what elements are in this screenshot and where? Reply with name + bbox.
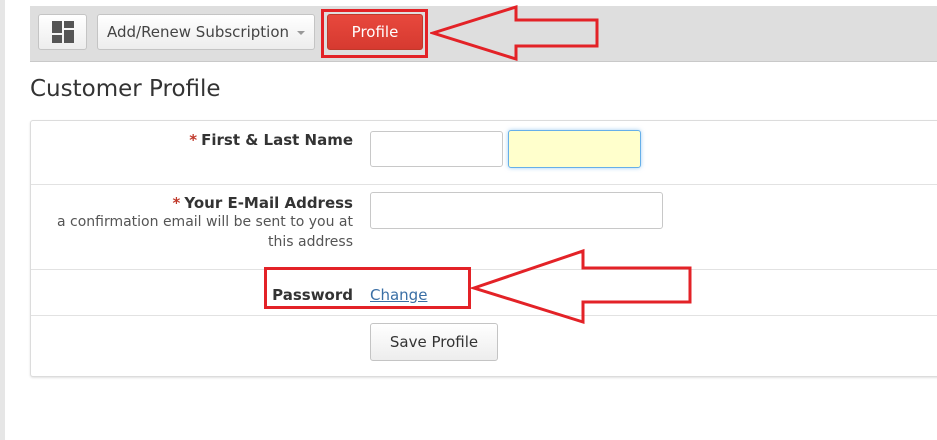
- page-title: Customer Profile: [30, 76, 221, 102]
- subscription-label: Add/Renew Subscription: [106, 23, 290, 41]
- add-renew-subscription-button[interactable]: Add/Renew Subscription: [97, 14, 315, 50]
- required-mark: *: [172, 194, 181, 212]
- profile-button[interactable]: Profile: [327, 14, 423, 50]
- last-name-field[interactable]: [508, 130, 641, 168]
- email-row: * Your E-Mail Address a confirmation emai…: [31, 185, 937, 270]
- name-label: * First & Last Name: [189, 131, 353, 149]
- email-help-text: a confirmation email will be sent to you…: [56, 214, 353, 250]
- name-label-text: First & Last Name: [201, 131, 353, 149]
- profile-label: Profile: [351, 23, 399, 41]
- email-field[interactable]: [370, 192, 663, 229]
- name-row: * First & Last Name: [31, 121, 937, 185]
- dashboard-button[interactable]: [38, 14, 87, 50]
- email-label-text: Your E-Mail Address: [184, 194, 353, 212]
- top-toolbar: Add/Renew Subscription Profile: [30, 6, 937, 62]
- save-row: Save Profile: [31, 316, 937, 378]
- password-label-text: Password: [272, 286, 353, 304]
- save-profile-button[interactable]: Save Profile: [370, 323, 498, 361]
- save-profile-label: Save Profile: [389, 333, 479, 351]
- password-row: Password Change: [31, 270, 937, 316]
- change-password-link[interactable]: Change: [370, 286, 427, 304]
- page: Add/Renew Subscription Profile Customer …: [0, 0, 937, 440]
- password-label: Password: [272, 286, 353, 304]
- first-name-field[interactable]: [370, 131, 503, 167]
- left-edge-strip: [0, 0, 5, 440]
- profile-form-panel: * First & Last Name * Your E-Mail Address …: [30, 120, 937, 377]
- email-label: * Your E-Mail Address a confirmation emai…: [33, 194, 353, 252]
- required-mark: *: [189, 131, 198, 149]
- grid-icon: [51, 21, 74, 43]
- caret-down-icon: [297, 31, 306, 35]
